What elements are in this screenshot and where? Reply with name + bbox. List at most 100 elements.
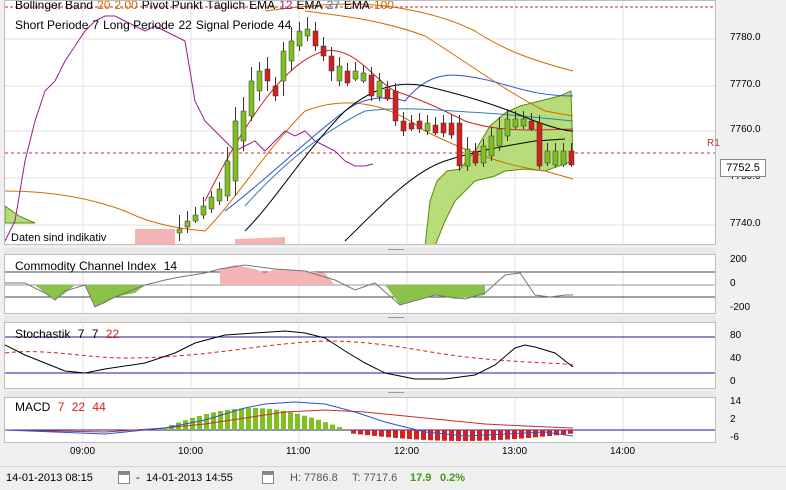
price-tick: 7770.0 [730,79,761,90]
macd-bar [393,430,398,438]
high-value: H: 7786.8 [290,472,338,484]
candle-body [520,118,527,127]
macd-svg [5,398,715,442]
main-legend-line2: Short Periode 7 Long Periode 22 Signal Perio… [15,18,295,32]
macd-bar [260,408,265,430]
candle-body [320,45,327,57]
candle-body [336,65,343,82]
candle-body [432,124,439,134]
candle-body [200,205,207,216]
macd-pane[interactable]: MACD 7 22 44 [4,397,716,443]
stoch-p2: 7 [91,327,99,341]
disclaimer-text: Daten sind indikativ [11,232,107,244]
candle-body [504,118,511,137]
candle-body [384,88,391,100]
status-bar: 14-01-2013 08:15 - 14-01-2013 14:55 H: 7… [0,466,786,490]
price-axis[interactable]: 7780.0 7770.0 7760.0 7750.0 7740.0 R1 [707,0,786,245]
candle-body [368,74,375,97]
macd-bar [428,430,433,441]
legend2-item: 22 [178,18,192,32]
macd-bar [288,412,293,430]
candle-body [448,122,455,136]
cci-period: 14 [163,259,178,273]
macd-bar [253,408,258,430]
time-tick: 09:00 [70,446,96,457]
stoch-tick: 40 [730,353,742,364]
macd-bar [379,430,384,437]
range-from[interactable]: 14-01-2013 08:15 [6,472,93,484]
candle-body [488,135,495,157]
cci-tick: 0 [730,278,736,289]
legend1-item: 20 [97,0,111,12]
legend2-item: 44 [277,18,292,32]
macd-bar [449,430,454,441]
stoch-tick: 80 [730,330,742,341]
candle-body [184,220,191,228]
macd-bar [568,430,573,434]
legend2-item: Long Periode [103,18,175,32]
macd-bar [302,415,307,430]
macd-bar [344,429,349,430]
time-axis: 09:00 10:00 11:00 12:00 13:00 14:00 [4,442,716,464]
candle-body [248,80,255,117]
legend1-item: EMA [249,0,276,12]
candle-body [408,122,415,130]
calendar-from-icon[interactable] [118,471,130,484]
macd-bar [218,411,223,430]
macd-bar [526,430,531,438]
candle-body [216,188,223,202]
candle-body [464,148,471,167]
macd-bar [337,427,342,430]
price-chart-pane[interactable]: Bollinger Band 20 2.00 Pivot Punkt Täglich EM… [4,0,716,245]
macd-bar [246,408,251,430]
legend1-item: 100 [373,0,394,12]
legend2-item: 7 [92,18,100,32]
candle-body [392,90,399,122]
candle-body [264,68,271,82]
macd-tick: 14 [730,396,742,407]
candle-body [376,80,383,98]
range-to[interactable]: 14-01-2013 14:55 [146,472,233,484]
candle-body [512,118,519,128]
cci-legend: Commodity Channel Index 14 [15,259,181,273]
range-separator: - [136,472,140,484]
price-tick: 7780.0 [730,32,761,43]
macd-bar [386,430,391,438]
candle-body [472,150,479,164]
low-value: T: 7717.6 [352,472,398,484]
legend1-item: EMA [343,0,370,12]
candle-body [480,145,487,164]
macd-bar [519,430,524,439]
macd-bar [407,430,412,439]
candle-body [568,150,575,166]
candle-body [456,122,463,167]
macd-bar [372,430,377,436]
macd-bar [211,412,216,430]
legend2-item: Signal Periode [195,18,274,32]
legend1-item: 12 [279,0,293,12]
time-tick: 11:00 [286,446,311,457]
macd-tick: 2 [730,414,736,425]
price-tick: 7760.0 [730,124,761,135]
macd-bar [330,424,335,430]
candle-body [312,30,319,47]
calendar-to-icon[interactable] [262,471,274,484]
macd-bar [190,417,195,430]
candle-body [304,28,311,37]
cci-pane[interactable]: Commodity Channel Index 14 [4,254,716,314]
cci-axis: 200 0 -200 [716,254,786,314]
legend1-item: 27 [326,0,340,12]
candle-body [176,228,183,234]
macd-legend: MACD 7 22 44 [15,400,110,414]
candle-body [328,55,335,72]
macd-bar [309,417,314,430]
macd-bar [435,430,440,441]
time-tick: 14:00 [610,446,636,457]
candle-body [296,30,303,47]
candle-body [544,150,551,164]
stochastic-legend: Stochastik 7 7 22 [15,327,123,341]
candle-body [280,50,287,82]
macd-bar [316,419,321,430]
stochastic-axis: 80 40 0 [716,322,786,389]
stochastic-pane[interactable]: Stochastik 7 7 22 [4,322,716,389]
